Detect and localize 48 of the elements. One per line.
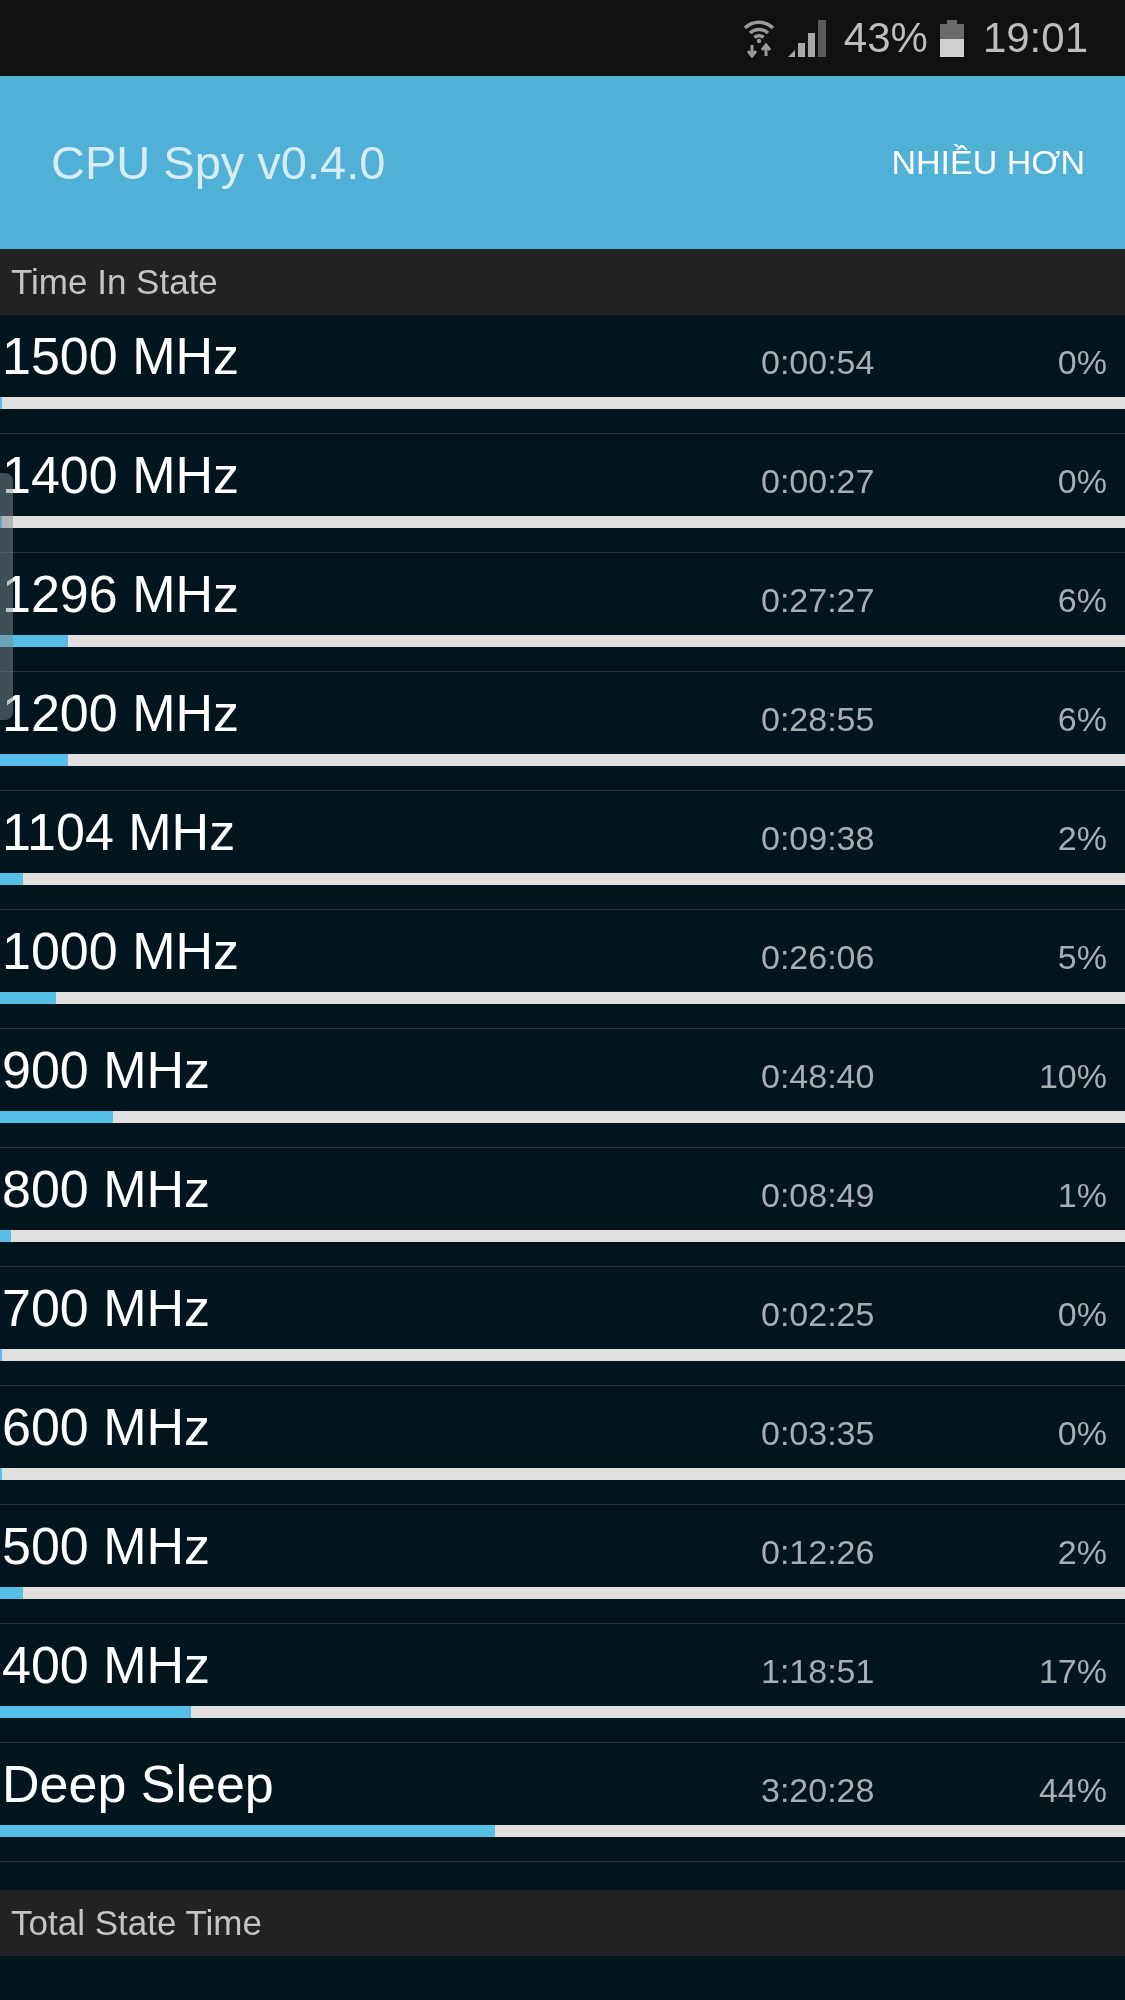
- frequency-label: 400 MHz: [1, 1635, 212, 1695]
- frequency-label: 900 MHz: [1, 1040, 212, 1100]
- time-in-state-text: 1:18:51: [761, 1651, 876, 1692]
- time-in-state-text: 0:48:40: [761, 1056, 876, 1097]
- frequency-label: 600 MHz: [1, 1397, 212, 1457]
- percent-text: 2%: [1057, 1532, 1108, 1573]
- frequency-label: 1104 MHz: [1, 802, 237, 862]
- section-header: Total State Time: [0, 1890, 1125, 1956]
- percent-text: 0%: [1057, 1294, 1108, 1335]
- time-in-state-text: 0:03:35: [761, 1413, 876, 1454]
- time-in-state-text: 0:02:25: [761, 1294, 876, 1335]
- overflow-menu-button[interactable]: NHIỀU HƠN: [891, 143, 1085, 182]
- time-in-state-text: 0:28:55: [761, 699, 876, 740]
- signal-icon: [787, 19, 827, 57]
- battery-icon: [939, 19, 964, 57]
- frequency-label: 1296 MHz: [1, 564, 240, 624]
- frequency-label: 700 MHz: [1, 1278, 212, 1338]
- frequency-label: 500 MHz: [1, 1516, 212, 1576]
- time-in-state-text: 0:09:38: [761, 818, 876, 859]
- time-in-state-text: 3:20:28: [761, 1770, 876, 1811]
- percent-text: 6%: [1057, 580, 1108, 621]
- percent-text: 1%: [1057, 1175, 1108, 1216]
- frequency-label: 1500 MHz: [1, 326, 240, 386]
- frequency-label: 1000 MHz: [1, 921, 240, 981]
- time-in-state-text: 0:00:27: [761, 461, 876, 502]
- battery-percent: 43%: [843, 17, 928, 59]
- frequency-label: 1400 MHz: [1, 445, 240, 505]
- time-in-state-text: 0:00:54: [761, 342, 876, 383]
- wifi-icon: [742, 18, 775, 58]
- time-in-state-text: 0:26:06: [761, 937, 876, 978]
- frequency-label: 800 MHz: [1, 1159, 212, 1219]
- clock: 19:01: [982, 17, 1088, 59]
- app-title: CPU Spy v0.4.0: [51, 135, 386, 190]
- percent-text: 0%: [1057, 461, 1108, 502]
- percent-text: 6%: [1057, 699, 1108, 740]
- frequency-label: 1200 MHz: [1, 683, 240, 743]
- percent-text: 44%: [1038, 1770, 1108, 1811]
- percent-text: 0%: [1057, 342, 1108, 383]
- percent-text: 2%: [1057, 818, 1108, 859]
- section-header: Time In State: [0, 249, 1125, 315]
- time-in-state-text: 0:12:26: [761, 1532, 876, 1573]
- time-in-state-text: 0:08:49: [761, 1175, 876, 1216]
- percent-text: 17%: [1038, 1651, 1108, 1692]
- percent-text: 10%: [1038, 1056, 1108, 1097]
- frequency-label: Deep Sleep: [1, 1754, 275, 1814]
- percent-text: 0%: [1057, 1413, 1108, 1454]
- percent-text: 5%: [1057, 937, 1108, 978]
- time-in-state-text: 0:27:27: [761, 580, 876, 621]
